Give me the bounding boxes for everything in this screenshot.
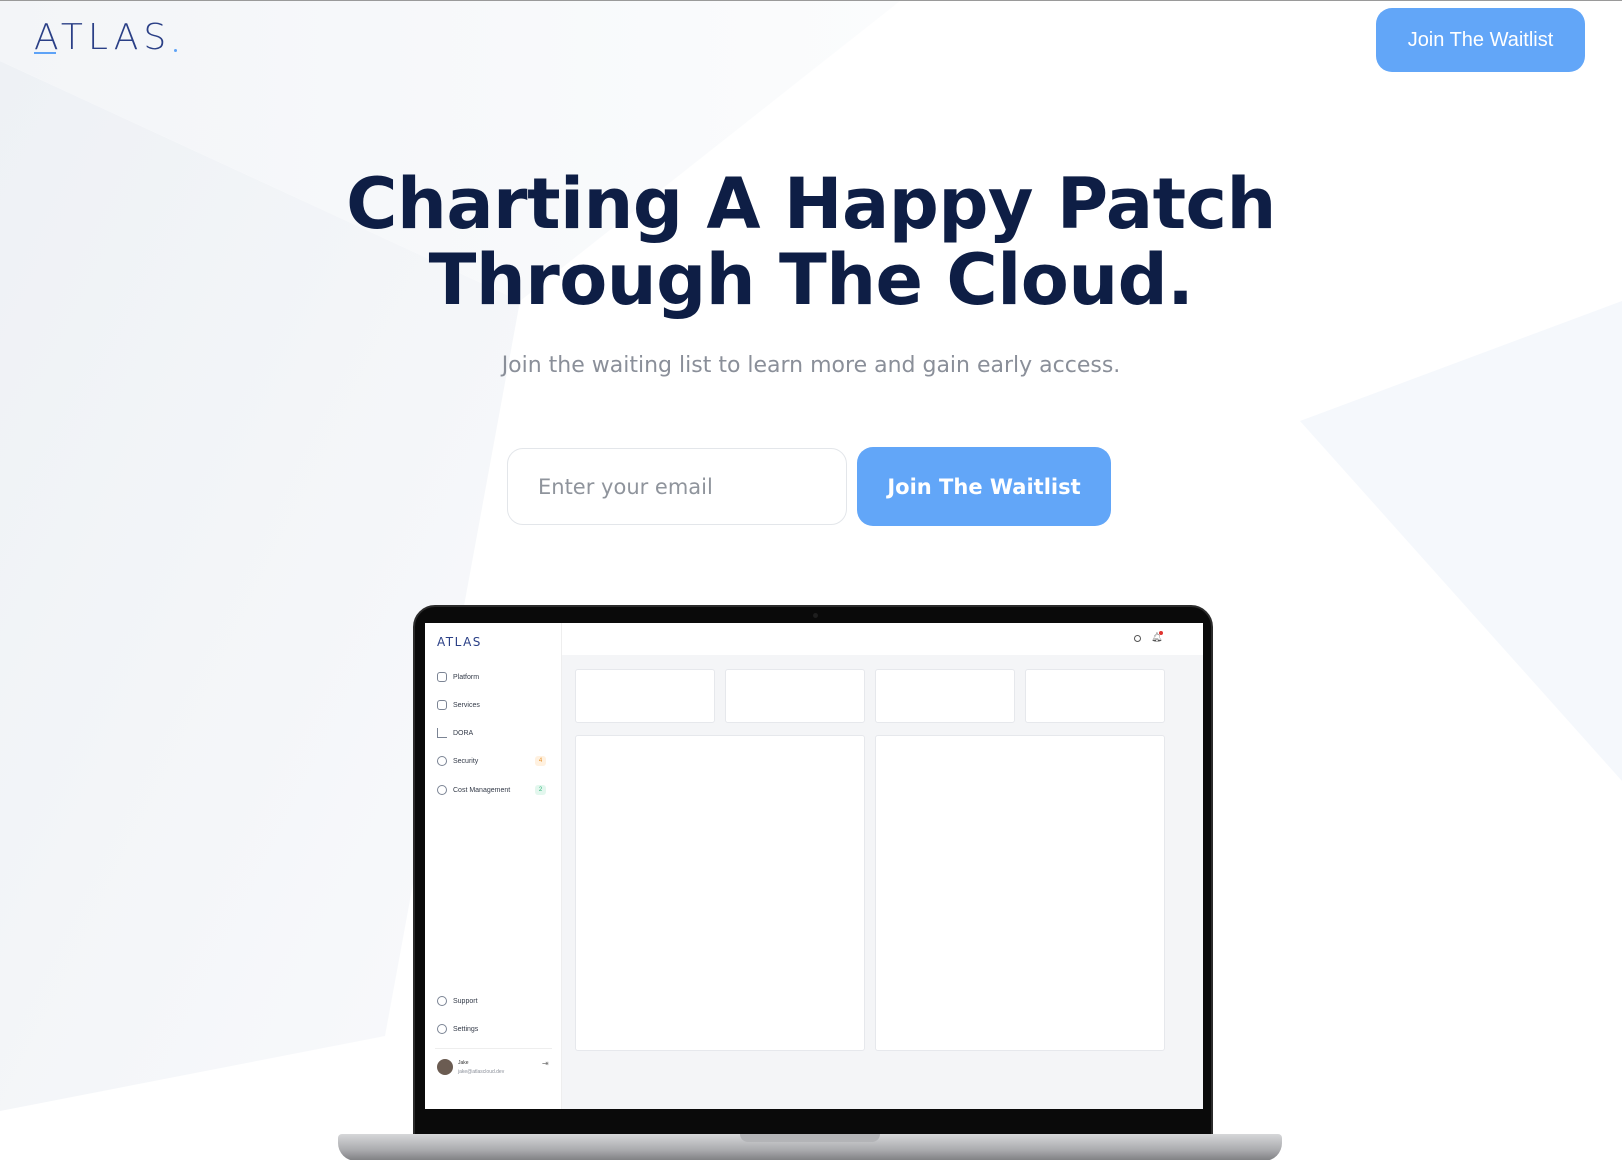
hero-join-waitlist-button[interactable]: Join The Waitlist bbox=[857, 447, 1111, 526]
nav-label: Platform bbox=[453, 673, 480, 681]
app-preview-screen: ATLAS Platform Services DORA Security 4 … bbox=[425, 623, 1203, 1109]
email-input[interactable] bbox=[507, 448, 847, 525]
stat-card bbox=[875, 669, 1015, 723]
preview-sidebar: ATLAS Platform Services DORA Security 4 … bbox=[425, 623, 562, 1109]
user-email: jake@atlascloud.dev bbox=[458, 1069, 505, 1075]
stat-card bbox=[1025, 669, 1165, 723]
support-icon bbox=[437, 996, 447, 1006]
laptop-mockup: ATLAS Platform Services DORA Security 4 … bbox=[413, 605, 1213, 1137]
user-name: Jake bbox=[458, 1060, 469, 1066]
security-badge: 4 bbox=[535, 756, 546, 766]
layers-icon bbox=[437, 700, 447, 710]
bar-chart-icon bbox=[437, 728, 447, 738]
preview-nav-services: Services bbox=[437, 698, 480, 712]
nav-label: Settings bbox=[453, 1025, 479, 1033]
platform-icon bbox=[437, 672, 447, 682]
logout-icon: ⇥ bbox=[542, 1059, 549, 1068]
dollar-icon bbox=[437, 785, 447, 795]
search-icon bbox=[1134, 635, 1141, 642]
sidebar-divider bbox=[435, 1048, 552, 1049]
cost-management-badge: 2 bbox=[535, 785, 546, 795]
shield-icon bbox=[437, 756, 447, 766]
nav-label: Security bbox=[453, 757, 479, 765]
preview-nav-support: Support bbox=[437, 994, 478, 1008]
stat-card bbox=[725, 669, 865, 723]
nav-label: DORA bbox=[453, 729, 474, 737]
preview-nav-platform: Platform bbox=[437, 670, 479, 684]
hero-title-line-2: Through The Cloud. bbox=[428, 239, 1194, 321]
nav-label: Support bbox=[453, 997, 478, 1005]
preview-logo: ATLAS bbox=[437, 635, 482, 649]
header-join-waitlist-button[interactable]: Join The Waitlist bbox=[1376, 8, 1585, 72]
notification-dot bbox=[1159, 631, 1163, 635]
logo-accent-line bbox=[34, 52, 56, 54]
hero-title: Charting A Happy Patch Through The Cloud… bbox=[0, 166, 1622, 318]
laptop-notch bbox=[740, 1134, 880, 1142]
panel-card bbox=[575, 735, 865, 1051]
nav-label: Services bbox=[453, 701, 480, 709]
preview-nav-dora: DORA bbox=[437, 726, 473, 740]
avatar bbox=[437, 1059, 453, 1075]
hero-title-line-1: Charting A Happy Patch bbox=[346, 163, 1276, 245]
preview-topbar: 🔔︎ bbox=[562, 623, 1203, 655]
laptop-camera bbox=[813, 613, 818, 618]
preview-nav-security: Security bbox=[437, 754, 478, 768]
nav-label: Cost Management bbox=[453, 786, 511, 794]
gear-icon bbox=[437, 1024, 447, 1034]
atlas-logo[interactable]: ATLAS bbox=[34, 17, 178, 58]
stat-card bbox=[575, 669, 715, 723]
preview-nav-cost-management: Cost Management bbox=[437, 783, 510, 797]
hero-subtitle: Join the waiting list to learn more and … bbox=[501, 353, 1121, 378]
preview-nav-settings: Settings bbox=[437, 1022, 478, 1036]
logo-accent-dot bbox=[174, 49, 178, 52]
panel-card bbox=[875, 735, 1165, 1051]
laptop-base bbox=[338, 1134, 1282, 1160]
